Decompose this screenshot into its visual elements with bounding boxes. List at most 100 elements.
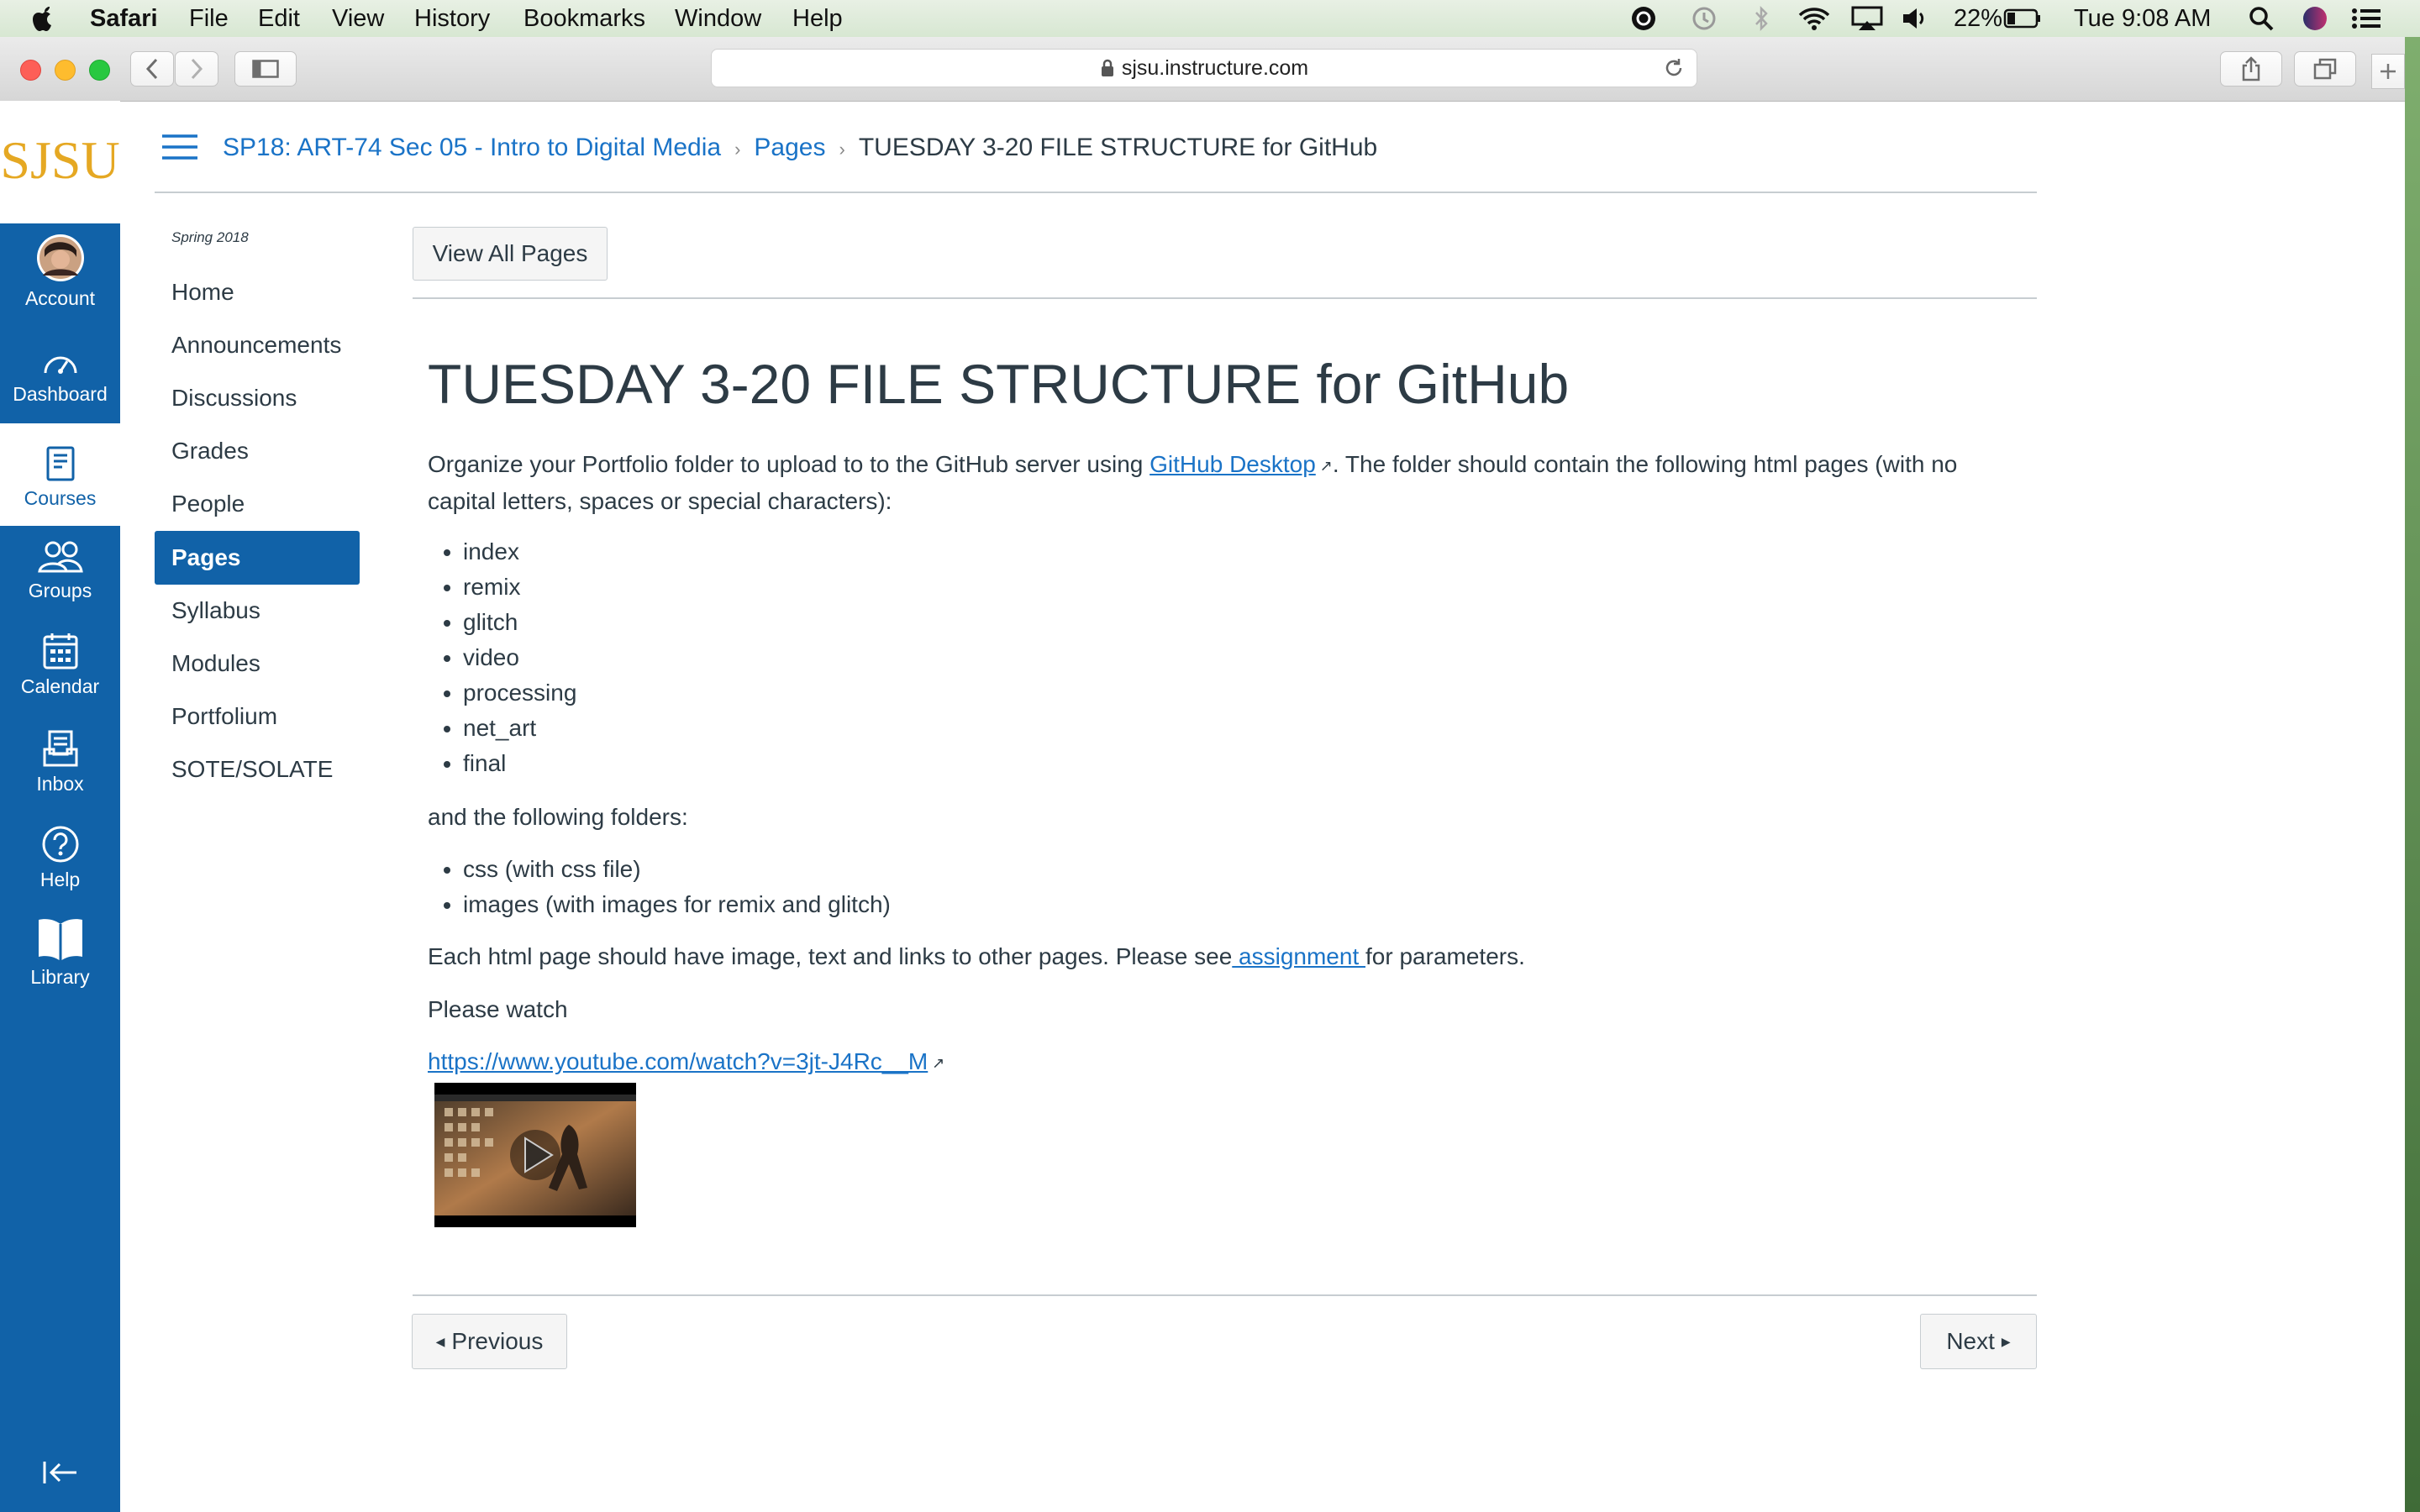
course-nav-pages[interactable]: Pages [171, 543, 241, 573]
browser-toolbar: sjsu.instructure.com [0, 37, 2405, 102]
list-item: css (with css file) [463, 852, 891, 887]
zoom-window-button[interactable] [89, 60, 110, 81]
menu-window[interactable]: Window [675, 4, 761, 33]
menu-help[interactable]: Help [792, 4, 843, 33]
address-bar[interactable]: sjsu.instructure.com [711, 49, 1697, 87]
breadcrumb-course-link[interactable]: SP18: ART-74 Sec 05 - Intro to Digital M… [223, 134, 721, 161]
menu-edit[interactable]: Edit [258, 4, 300, 33]
reload-icon[interactable] [1663, 57, 1685, 79]
next-button[interactable]: Next ▶ [1920, 1314, 2037, 1369]
global-nav-calendar[interactable]: Calendar [0, 632, 120, 698]
menu-clock[interactable]: Tue 9:08 AM [2074, 4, 2211, 33]
list-item: index [463, 534, 576, 570]
global-nav-courses-label: Courses [24, 487, 97, 509]
groups-icon [37, 541, 83, 573]
course-nav-home[interactable]: Home [171, 277, 234, 307]
course-nav-grades[interactable]: Grades [171, 436, 249, 466]
collapse-nav-button[interactable] [0, 1460, 120, 1490]
course-nav-sote-solate[interactable]: SOTE/SOLATE [171, 754, 333, 785]
siri-icon[interactable] [2301, 5, 2329, 39]
calendar-icon [43, 633, 77, 669]
view-all-pages-button[interactable]: View All Pages [413, 227, 608, 281]
course-nav-discussions[interactable]: Discussions [171, 383, 297, 413]
page-title: TUESDAY 3-20 FILE STRUCTURE for GitHub [428, 353, 1570, 415]
sidebar-icon [252, 60, 279, 78]
global-nav-groups[interactable]: Groups [0, 539, 120, 602]
global-nav-account[interactable]: Account [0, 234, 120, 318]
global-nav-dashboard-label: Dashboard [13, 383, 108, 405]
caret-left-icon: ◀ [435, 1334, 445, 1348]
global-nav-courses[interactable]: Courses [0, 423, 120, 526]
creative-cloud-icon[interactable] [1627, 5, 1660, 39]
wifi-icon[interactable] [1797, 5, 1832, 39]
course-nav-announcements[interactable]: Announcements [171, 330, 341, 360]
collapse-icon [43, 1462, 76, 1483]
apple-menu-icon[interactable] [30, 4, 55, 39]
html-pages-list: index remix glitch video processing net_… [428, 534, 576, 781]
breadcrumb-pages-link[interactable]: Pages [754, 134, 825, 161]
global-nav-calendar-label: Calendar [20, 675, 100, 697]
course-nav-people[interactable]: People [171, 489, 245, 519]
intro-text-before: Organize your Portfolio folder to upload… [428, 451, 1150, 477]
new-tab-button[interactable] [2371, 54, 2405, 89]
lock-icon [1101, 59, 1113, 76]
address-bar-url: sjsu.instructure.com [1121, 55, 1309, 80]
content-divider [413, 297, 2037, 299]
assignment-link[interactable]: assignment [1232, 943, 1365, 969]
global-nav-help[interactable]: Help [0, 825, 120, 891]
global-nav-inbox-label: Inbox [36, 773, 84, 795]
help-icon [42, 826, 78, 863]
intro-paragraph: Organize your Portfolio folder to upload… [428, 447, 2007, 519]
close-window-button[interactable] [20, 60, 41, 81]
hamburger-menu-icon[interactable] [162, 134, 197, 160]
avatar [36, 234, 84, 281]
menu-view[interactable]: View [332, 4, 384, 33]
youtube-video-link[interactable]: https://www.youtube.com/watch?v=3jt-J4Rc… [428, 1048, 928, 1074]
video-thumbnail[interactable] [434, 1083, 636, 1227]
desktop-background [2405, 37, 2420, 1512]
forward-button[interactable] [175, 51, 218, 87]
video-link-paragraph: https://www.youtube.com/watch?v=3jt-J4Rc… [428, 1044, 2007, 1081]
requirements-text-after: for parameters. [1365, 943, 1525, 969]
course-nav-modules[interactable]: Modules [171, 648, 260, 679]
airplay-icon[interactable] [1850, 5, 1884, 39]
global-navigation: SJSU Account Dashboard Courses Groups Ca… [0, 101, 120, 1512]
plus-icon [2381, 64, 2396, 79]
caret-right-icon: ▶ [2001, 1334, 2011, 1348]
global-nav-dashboard[interactable]: Dashboard [0, 346, 120, 406]
external-link-icon: ↗ [928, 1054, 945, 1072]
tabs-icon [2313, 58, 2337, 80]
battery-icon[interactable] [2003, 5, 2042, 39]
time-machine-icon[interactable] [1689, 5, 1719, 39]
menu-history[interactable]: History [414, 4, 490, 33]
github-desktop-link[interactable]: GitHub Desktop [1150, 451, 1316, 477]
list-item: net_art [463, 711, 576, 746]
course-nav-portfolium[interactable]: Portfolium [171, 701, 277, 732]
menu-file[interactable]: File [189, 4, 229, 33]
bluetooth-icon[interactable] [1753, 5, 1770, 39]
library-icon [38, 919, 82, 961]
minimize-window-button[interactable] [55, 60, 76, 81]
share-button[interactable] [2220, 51, 2282, 87]
breadcrumb-separator-icon: › [734, 139, 741, 160]
requirements-text-before: Each html page should have image, text a… [428, 943, 1233, 969]
folders-intro: and the following folders: [428, 804, 688, 830]
course-nav-syllabus[interactable]: Syllabus [171, 596, 260, 626]
global-nav-library-label: Library [30, 966, 90, 988]
menu-bookmarks[interactable]: Bookmarks [523, 4, 645, 33]
previous-button[interactable]: ◀ Previous [412, 1314, 567, 1369]
volume-icon[interactable] [1901, 5, 1929, 39]
previous-button-label: Previous [451, 1328, 544, 1354]
sidebar-toggle-button[interactable] [234, 51, 297, 87]
tab-overview-button[interactable] [2294, 51, 2356, 87]
global-nav-account-label: Account [24, 287, 96, 309]
courses-icon [46, 446, 74, 481]
sjsu-logo[interactable]: SJSU [0, 130, 120, 191]
notification-center-icon[interactable] [2349, 5, 2383, 39]
spotlight-search-icon[interactable] [2247, 5, 2275, 39]
global-nav-inbox[interactable]: Inbox [0, 729, 120, 795]
global-nav-library[interactable]: Library [0, 916, 120, 989]
back-button[interactable] [130, 51, 174, 87]
menu-app-name[interactable]: Safari [90, 4, 158, 33]
list-item: glitch [463, 605, 576, 640]
